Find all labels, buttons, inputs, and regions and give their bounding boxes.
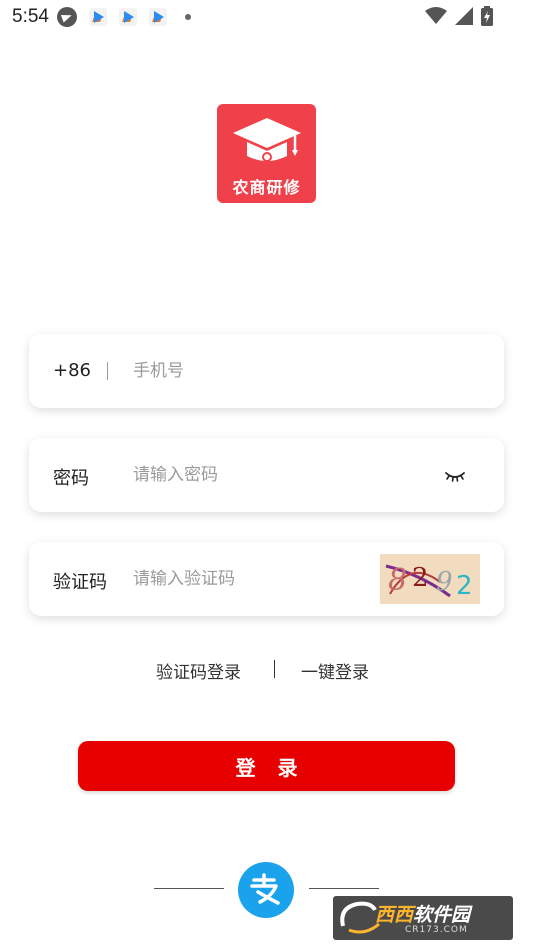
captcha-image[interactable]: 8 2 9 2 (380, 554, 480, 604)
country-code[interactable]: +86 (53, 360, 91, 381)
alipay-login-button[interactable] (238, 862, 294, 918)
sms-login-link[interactable]: 验证码登录 (156, 658, 241, 683)
captcha-char-1: 8 (388, 563, 407, 598)
alipay-icon (250, 873, 280, 905)
login-options: 验证码登录 一键登录 (0, 656, 533, 684)
captcha-graphic: 8 2 9 2 (385, 563, 473, 601)
password-card: 密码 (29, 438, 504, 512)
watermark-text: 西西软件园 (375, 904, 471, 926)
system-indicators (425, 6, 493, 26)
captcha-label: 验证码 (53, 572, 107, 593)
app-notification-icon (88, 8, 107, 26)
battery-charging-icon (481, 6, 493, 26)
divider-line-right (309, 888, 379, 889)
captcha-char-4: 2 (456, 571, 473, 601)
password-input[interactable] (133, 456, 393, 494)
one-click-login-link[interactable]: 一键登录 (301, 658, 369, 683)
app-logo: 农商研修 (217, 104, 316, 203)
signal-icon (455, 7, 473, 25)
more-dot-icon (184, 14, 191, 20)
captcha-input[interactable] (133, 560, 363, 598)
captcha-char-2: 2 (412, 563, 429, 593)
graduation-cap-icon (233, 118, 301, 162)
wifi-icon (425, 7, 447, 24)
logo-text: 农商研修 (232, 178, 301, 197)
status-time: 5:54 (12, 6, 49, 27)
watermark-url: CR173.COM (405, 925, 468, 935)
watermark-logo: 西西软件园 CR173.COM (333, 896, 513, 940)
telegram-icon (56, 7, 77, 27)
login-button[interactable]: 登录 (78, 741, 455, 791)
captcha-card: 验证码 8 2 9 2 (29, 542, 504, 616)
eye-closed-icon[interactable] (443, 466, 467, 484)
phone-input[interactable] (133, 352, 393, 390)
divider (274, 660, 275, 678)
app-notification-icon (118, 8, 137, 26)
phone-card: +86 (29, 334, 504, 408)
app-notification-icon (148, 8, 167, 26)
captcha-char-3: 9 (436, 567, 453, 597)
password-label: 密码 (53, 468, 89, 489)
divider (107, 362, 108, 380)
status-bar: 5:54 (0, 0, 533, 34)
divider-line-left (154, 888, 224, 889)
